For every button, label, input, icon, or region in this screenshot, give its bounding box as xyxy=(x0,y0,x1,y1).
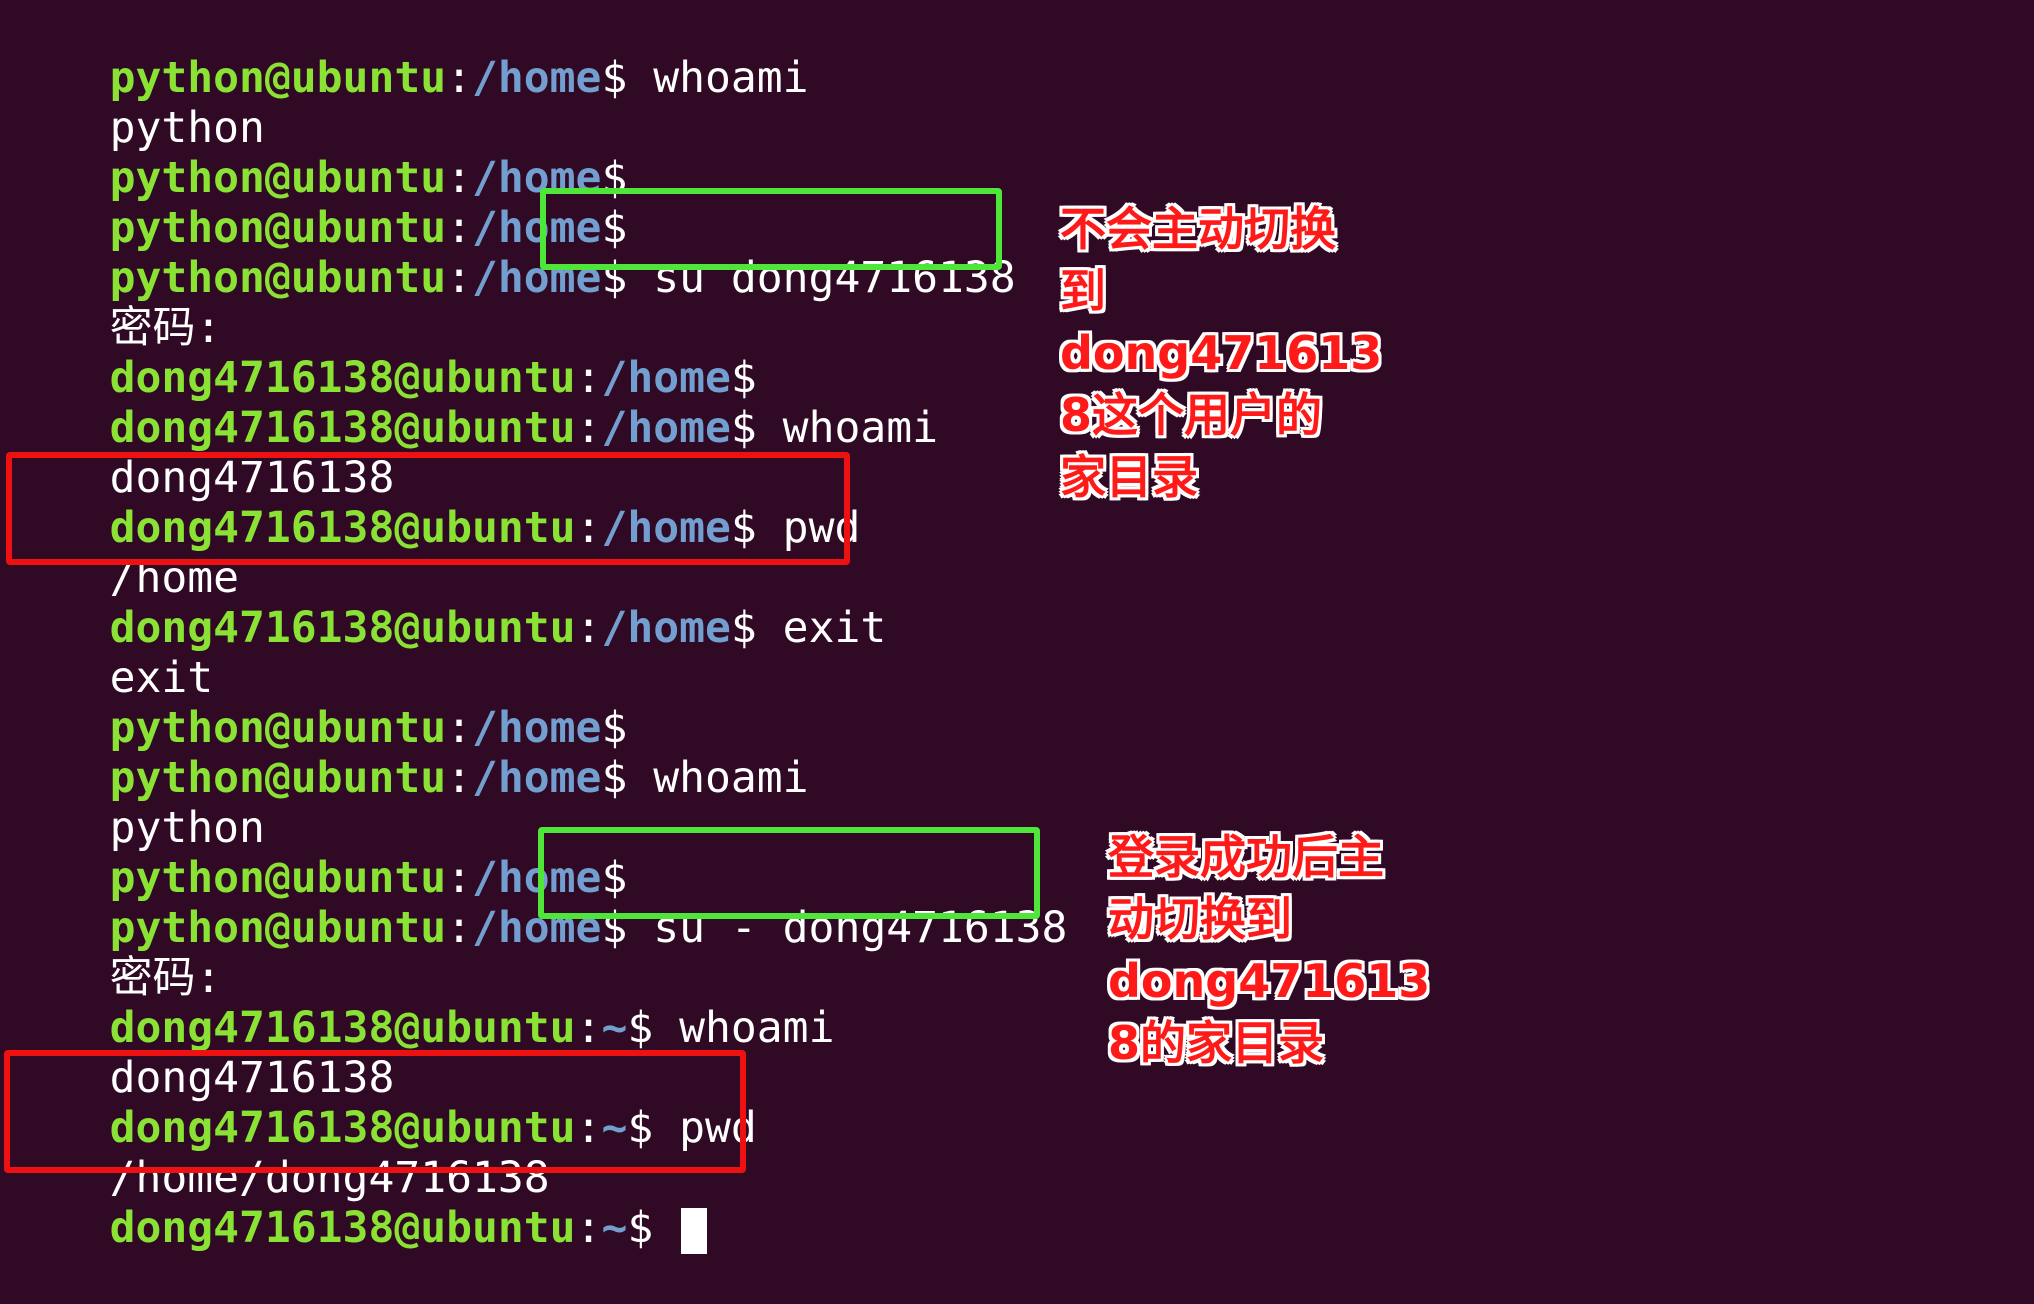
terminal-output: exit xyxy=(6,603,214,703)
terminal-line: python@ubuntu:/home$ whoami xyxy=(109,753,809,803)
terminal-line: python@ubuntu:/home$ xyxy=(109,703,628,753)
terminal-output: 密码: xyxy=(6,253,222,353)
highlight-box-pwd-user-home xyxy=(4,1050,746,1173)
command-text: whoami xyxy=(627,53,809,103)
terminal-output: dong4716138 xyxy=(6,1003,395,1103)
terminal-cursor[interactable] xyxy=(681,1207,708,1254)
prompt-path: /home xyxy=(472,753,602,803)
terminal-output: python xyxy=(6,753,265,853)
terminal-line: python@ubuntu:/home$ xyxy=(109,153,628,203)
terminal-window[interactable]: python@ubuntu:/home$ whoami python pytho… xyxy=(0,0,2034,1254)
terminal-line: dong4716138@ubuntu:~$ whoami xyxy=(109,1003,835,1053)
prompt-path: /home xyxy=(472,53,602,103)
terminal-line: python@ubuntu:/home$ xyxy=(109,853,628,903)
command-text: whoami xyxy=(756,403,939,453)
terminal-output: python xyxy=(6,53,265,153)
highlight-box-pwd-home xyxy=(6,452,850,565)
annotation-note-2: 登录成功后主 动切换到 dong471613 8的家目录 xyxy=(1108,830,1431,1070)
terminal-line: python@ubuntu:/home$ whoami xyxy=(109,53,809,103)
annotation-note-1: 不会主动切换 到 dong471613 8这个用户的 家目录 xyxy=(1060,202,1383,504)
prompt-path: /home xyxy=(601,403,731,453)
terminal-line: dong4716138@ubuntu:/home$ xyxy=(109,353,757,403)
terminal-line: python@ubuntu:/home$ xyxy=(109,203,628,253)
terminal-output: dong4716138 xyxy=(6,403,395,503)
prompt-path: /home xyxy=(601,603,731,653)
command-text: exit xyxy=(756,603,887,653)
terminal-output: 密码: xyxy=(6,903,222,1003)
command-text: whoami xyxy=(653,1003,835,1053)
command-text xyxy=(653,1203,679,1253)
highlight-box-su xyxy=(540,188,1002,270)
prompt-path: ~ xyxy=(601,1003,628,1053)
terminal-line: dong4716138@ubuntu:/home$ whoami xyxy=(109,403,939,453)
command-text: whoami xyxy=(627,753,809,803)
highlight-box-su-dash xyxy=(538,827,1040,919)
prompt-path: ~ xyxy=(601,1203,628,1253)
prompt-user: dong4716138@ubuntu xyxy=(109,1203,576,1253)
